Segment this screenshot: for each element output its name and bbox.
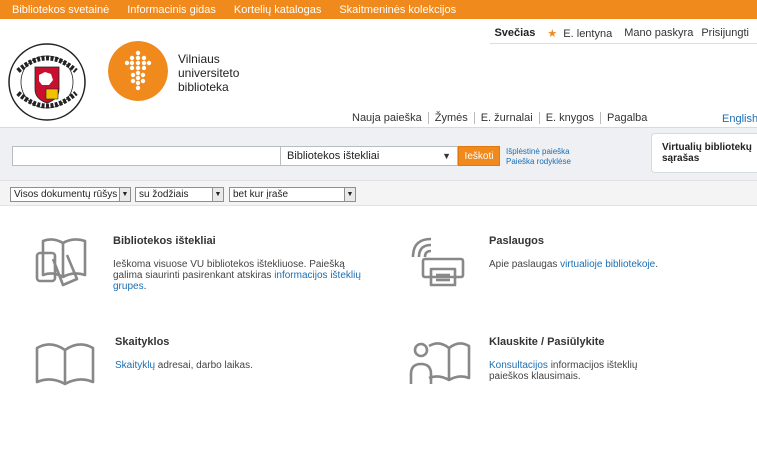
library-name-line: Vilniaus — [178, 52, 220, 66]
nav-bookmarks[interactable]: Žymės — [435, 112, 468, 124]
user-bar: Svečias ★ E. lentyna Mano paskyra Prisiju… — [482, 25, 757, 41]
university-seal-icon[interactable] — [6, 41, 88, 123]
card-title: Paslaugos — [489, 235, 545, 247]
eshelf-label: E. lentyna — [563, 27, 613, 40]
card-description: Konsultacijos informacijos išteklių paie… — [489, 360, 649, 382]
dropdown-arrow-icon: ▼ — [212, 188, 223, 201]
search-button[interactable]: Ieškoti — [458, 146, 500, 166]
card-ask-suggest: Klauskite / Pasiūlykite Konsultacijos in… — [409, 336, 709, 396]
login-link[interactable]: Prisijungti — [701, 27, 749, 39]
search-scope-value: Bibliotekos ištekliai — [287, 150, 380, 162]
nav-divider — [473, 112, 475, 124]
dropdown-arrow-icon: ▼ — [119, 188, 130, 201]
nav-ejournals[interactable]: E. žurnalai — [481, 112, 533, 124]
top-links-bar: Bibliotekos svetainė Informacinis gidas … — [0, 0, 757, 19]
consultations-link[interactable]: Konsultacijos — [489, 360, 548, 371]
person-book-icon — [409, 342, 471, 384]
search-input[interactable] — [12, 146, 280, 166]
card-text: . — [655, 259, 659, 270]
card-title: Skaityklos — [115, 336, 170, 348]
search-links: Išplėstinė paieška Paieška rodyklėse — [506, 147, 571, 167]
my-account-link[interactable]: Mano paskyra — [624, 27, 693, 39]
search-filters: Visos dokumentų rūšys ▼ su žodžiais ▼ be… — [0, 180, 757, 206]
topbar-link-digital-collections[interactable]: Skaitmeninės kolekcijos — [339, 4, 456, 16]
index-search-link[interactable]: Paieška rodyklėse — [506, 157, 571, 167]
search-field-value: bet kur įraše — [233, 189, 289, 200]
search-scope-select[interactable]: Bibliotekos ištekliai ▼ — [280, 146, 458, 166]
library-logo-icon[interactable] — [108, 41, 168, 101]
document-type-value: Visos dokumentų rūšys — [14, 189, 118, 200]
card-library-resources: Bibliotekos ištekliai Ieškoma visuose VU… — [33, 235, 361, 315]
card-title: Klauskite / Pasiūlykite — [489, 336, 605, 348]
chevron-down-icon: ▼ — [442, 151, 451, 161]
nav-divider — [427, 112, 429, 124]
nav-divider — [600, 112, 602, 124]
library-name[interactable]: Vilniaus universiteto biblioteka — [178, 52, 239, 94]
nav-help[interactable]: Pagalba — [607, 112, 647, 124]
search-field-select[interactable]: bet kur įraše ▼ — [229, 187, 356, 202]
card-description: Apie paslaugas virtualioje bibliotekoje. — [489, 259, 659, 270]
star-icon: ★ — [547, 27, 558, 40]
nav-divider — [538, 112, 540, 124]
user-bar-divider — [490, 43, 757, 44]
language-switch-link[interactable]: English — [722, 113, 757, 125]
books-devices-icon — [35, 238, 87, 287]
virtual-libraries-label: Virtualių bibliotekų — [662, 142, 752, 153]
card-services: Paslaugos Apie paslaugas virtualioje bib… — [409, 235, 709, 315]
advanced-search-link[interactable]: Išplėstinė paieška — [506, 147, 571, 157]
topbar-link-card-catalog[interactable]: Kortelių katalogas — [234, 4, 321, 16]
search-panel: Bibliotekos ištekliai ▼ Ieškoti Išplėsti… — [0, 127, 757, 180]
open-book-icon — [35, 343, 95, 386]
card-description: Skaityklų adresai, darbo laikas. — [115, 360, 365, 371]
card-description: Ieškoma visuose VU bibliotekos ištekliuo… — [113, 259, 363, 292]
match-mode-value: su žodžiais — [139, 189, 189, 200]
dropdown-arrow-icon: ▼ — [344, 188, 355, 201]
card-text: Apie paslaugas — [489, 259, 558, 270]
nav-ebooks[interactable]: E. knygos — [546, 112, 594, 124]
match-mode-select[interactable]: su žodžiais ▼ — [135, 187, 224, 202]
virtual-library-link[interactable]: virtualioje bibliotekoje — [560, 259, 655, 270]
document-type-select[interactable]: Visos dokumentų rūšys ▼ — [10, 187, 131, 202]
header: Svečias ★ E. lentyna Mano paskyra Prisiju… — [0, 19, 757, 127]
card-text: adresai, darbo laikas. — [155, 360, 253, 371]
library-name-line: universiteto — [178, 66, 240, 80]
virtual-libraries-button[interactable]: Virtualių bibliotekų sąrašas — [651, 133, 757, 173]
library-name-line: biblioteka — [178, 80, 229, 94]
printer-wireless-icon — [411, 237, 465, 287]
nav-new-search[interactable]: Nauja paieška — [352, 112, 422, 124]
reading-rooms-link[interactable]: Skaityklų — [115, 360, 155, 371]
card-text: . — [143, 281, 147, 292]
card-title: Bibliotekos ištekliai — [113, 235, 216, 247]
topbar-link-library-site[interactable]: Bibliotekos svetainė — [12, 4, 109, 16]
main-nav: Nauja paieška Žymės E. žurnalai E. knygo… — [352, 111, 647, 125]
card-reading-rooms: Skaityklos Skaityklų adresai, darbo laik… — [35, 336, 335, 396]
topbar-link-info-guide[interactable]: Informacinis gidas — [127, 4, 216, 16]
virtual-libraries-label: sąrašas — [662, 153, 700, 164]
guest-label: Svečias — [494, 27, 536, 39]
eshelf-link[interactable]: ★ E. lentyna — [543, 27, 616, 40]
